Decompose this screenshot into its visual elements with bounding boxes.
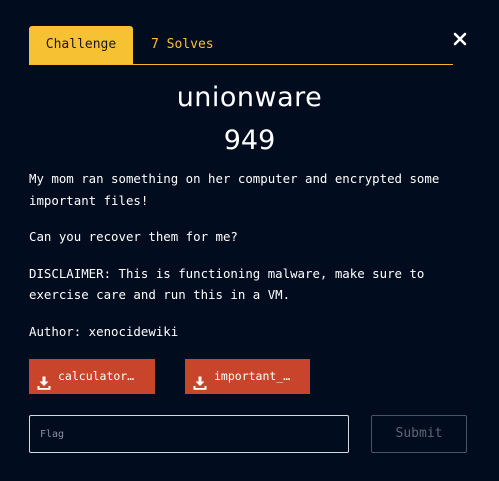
flag-input[interactable] xyxy=(29,415,349,453)
file-download-button[interactable]: important_… xyxy=(185,359,310,394)
tab-challenge[interactable]: Challenge xyxy=(29,26,133,64)
challenge-points: 949 xyxy=(223,125,276,156)
file-label: important_… xyxy=(214,369,291,383)
challenge-tabs: Challenge 7 Solves xyxy=(29,26,453,65)
description-paragraph: Can you recover them for me? xyxy=(29,229,238,244)
challenge-description: My mom ran something on her computer and… xyxy=(29,168,479,357)
description-paragraph: My mom ran something on her computer and… xyxy=(29,171,440,208)
download-icon xyxy=(37,369,51,390)
close-icon[interactable] xyxy=(450,29,470,49)
file-download-button[interactable]: calculator… xyxy=(29,359,155,394)
challenge-title: unionware xyxy=(176,82,323,113)
tab-solves[interactable]: 7 Solves xyxy=(151,26,214,64)
description-paragraph: DISCLAIMER: This is functioning malware,… xyxy=(29,265,425,303)
submit-button[interactable]: Submit xyxy=(371,415,467,453)
file-label: calculator… xyxy=(58,369,135,383)
description-author: Author: xenocidewiki xyxy=(29,323,179,339)
download-icon xyxy=(193,369,207,390)
challenge-modal: Challenge 7 Solves unionware 949 My mom … xyxy=(0,0,499,481)
